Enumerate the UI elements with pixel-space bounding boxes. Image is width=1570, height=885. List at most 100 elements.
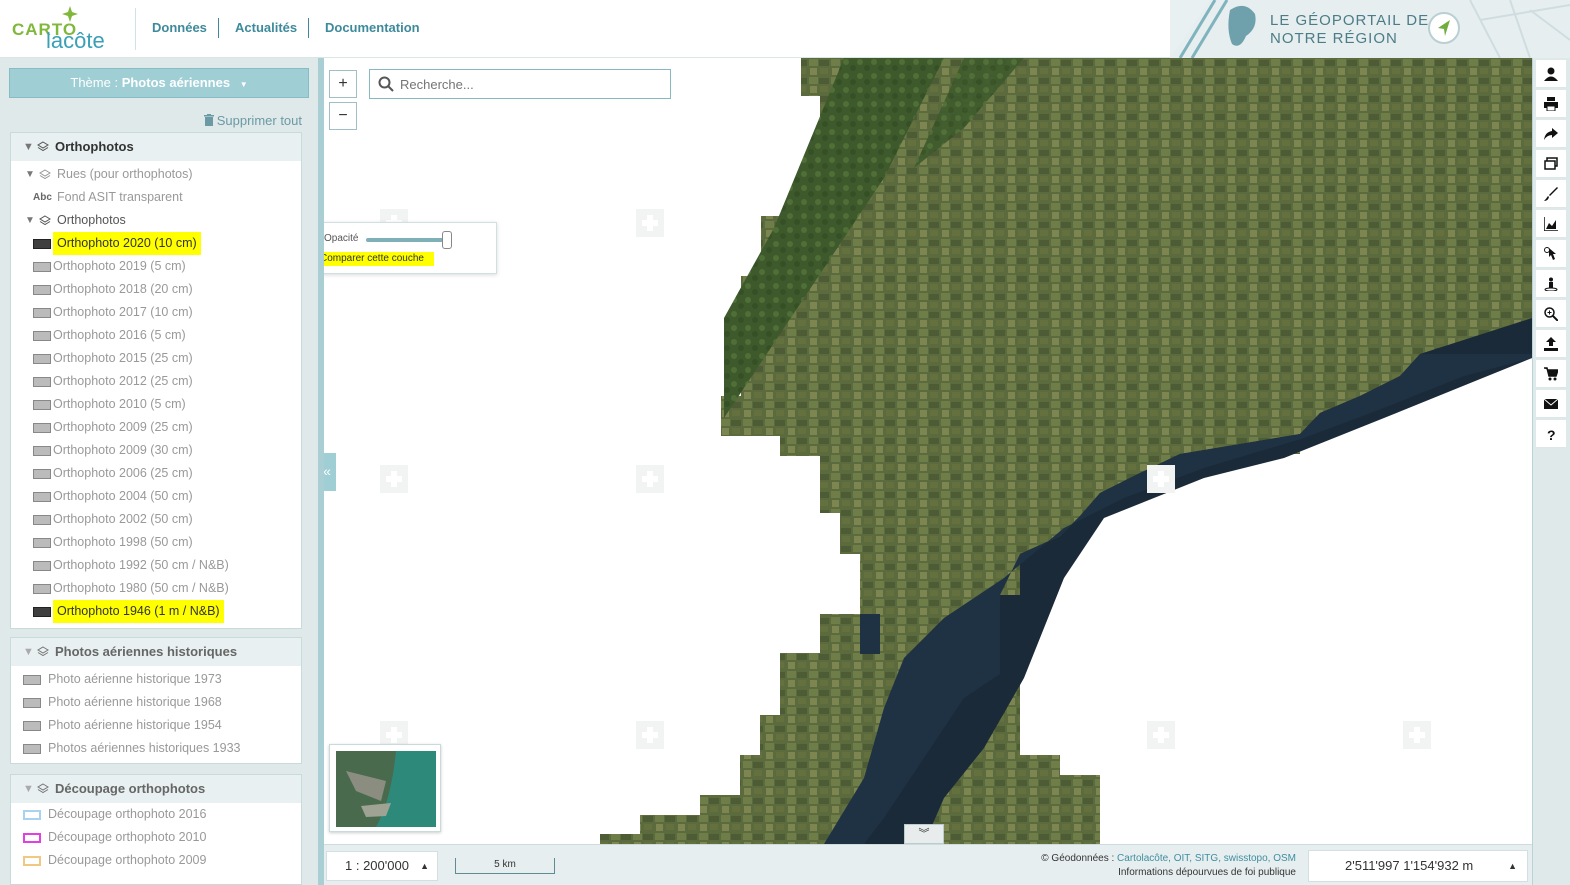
orthophoto-layer-row[interactable]: Orthophoto 2012 (25 cm) — [11, 370, 301, 393]
zoom-out-button[interactable]: − — [329, 102, 357, 130]
print-button[interactable] — [1536, 90, 1566, 118]
layer-label: Orthophoto 2020 (10 cm) — [53, 232, 201, 255]
orthophoto-layer-row[interactable]: Orthophoto 2010 (5 cm) — [11, 393, 301, 416]
layer-label: Orthophoto 2015 (25 cm) — [53, 351, 193, 365]
theme-selector[interactable]: Thème : Photos aériennes ▼ — [9, 68, 309, 98]
chevron-down-icon[interactable]: ▼ — [23, 133, 34, 161]
select-button[interactable] — [1536, 240, 1566, 268]
search-icon — [378, 76, 394, 92]
share-button[interactable] — [1536, 120, 1566, 148]
compare-layer-button[interactable]: ◂▸ Comparer cette couche — [324, 252, 434, 266]
mail-button[interactable] — [1536, 390, 1566, 418]
overview-map[interactable] — [329, 744, 441, 832]
historic-layer-row[interactable]: Photo aérienne historique 1973 — [11, 668, 301, 691]
attribution-prefix: © Géodonnées : — [1041, 853, 1118, 864]
layer-label: Orthophoto 2004 (50 cm) — [53, 489, 193, 503]
orthophoto-layer-row[interactable]: Orthophoto 2002 (50 cm) — [11, 508, 301, 531]
cutting-layer-row[interactable]: Découpage orthophoto 2016 — [11, 803, 301, 826]
collapse-sidebar-button[interactable]: « — [324, 453, 336, 491]
panel-orthophotos: ▼ Orthophotos ▼ Rues (pour orthophotos) … — [10, 132, 302, 629]
logo-text-lacote: lacôte — [46, 28, 105, 53]
orthophoto-layer-row[interactable]: Orthophoto 2019 (5 cm) — [11, 255, 301, 278]
user-button[interactable] — [1536, 60, 1566, 88]
raster-thumbnail-icon — [33, 239, 51, 249]
nav-donnees[interactable]: Données — [152, 20, 207, 35]
search-input[interactable] — [400, 74, 660, 94]
historic-layer-row[interactable]: Photos aériennes historiques 1933 — [11, 737, 301, 760]
orthophoto-layer-row[interactable]: Orthophoto 2018 (20 cm) — [11, 278, 301, 301]
opacity-slider-track[interactable] — [366, 238, 450, 242]
profile-button[interactable] — [1536, 210, 1566, 238]
logo[interactable]: CARTO lacôte — [10, 6, 130, 53]
streetview-button[interactable] — [1536, 270, 1566, 298]
panel-header[interactable]: ▼ Orthophotos — [11, 133, 301, 161]
orthophoto-layer-row[interactable]: Orthophoto 2009 (30 cm) — [11, 439, 301, 462]
trash-icon — [203, 114, 214, 126]
orthophoto-layer-row[interactable]: Orthophoto 2006 (25 cm) — [11, 462, 301, 485]
opacity-slider-handle[interactable] — [442, 231, 452, 249]
raster-thumbnail-icon — [33, 423, 51, 433]
orthophoto-layer-row[interactable]: Orthophoto 2017 (10 cm) — [11, 301, 301, 324]
historic-layer-row[interactable]: Photo aérienne historique 1954 — [11, 714, 301, 737]
cutting-layer-row[interactable]: Découpage orthophoto 2009 — [11, 849, 301, 872]
layer-label: Orthophoto 2016 (5 cm) — [53, 328, 186, 342]
group-orthophotos[interactable]: ▼ Orthophotos — [11, 209, 301, 232]
expand-footer-button[interactable]: ︾ — [904, 824, 944, 844]
nav-actualites[interactable]: Actualités — [235, 20, 297, 35]
help-button[interactable]: ? — [1536, 420, 1566, 448]
upload-button[interactable] — [1536, 330, 1566, 358]
chevron-down-icon[interactable]: ▼ — [23, 638, 34, 666]
tile-placeholder-icon — [636, 465, 664, 493]
chevron-down-icon[interactable]: ▼ — [25, 163, 35, 186]
layer-label: Orthophoto 2006 (25 cm) — [53, 466, 193, 480]
zoom-in-button[interactable]: + — [329, 70, 357, 98]
draw-icon — [1544, 187, 1558, 201]
raster-thumbnail-icon — [23, 744, 41, 754]
panel-header[interactable]: ▼ Découpage orthophotos — [11, 775, 301, 803]
delete-all-button[interactable]: Supprimer tout — [203, 113, 302, 128]
orthophoto-layer-row[interactable]: Orthophoto 1946 (1 m / N&B) — [11, 600, 301, 623]
orthophoto-layer-row[interactable]: Orthophoto 1998 (50 cm) — [11, 531, 301, 554]
layer-label: Orthophoto 1980 (50 cm / N&B) — [53, 581, 229, 595]
historic-layer-row[interactable]: Photo aérienne historique 1968 — [11, 691, 301, 714]
orthophoto-layer-row[interactable]: Orthophoto 2004 (50 cm) — [11, 485, 301, 508]
header: CARTO lacôte Données Actualités Document… — [0, 0, 1570, 58]
coordinates-display[interactable]: 2'511'997 1'154'932 m ▲ — [1308, 850, 1528, 882]
select-icon — [1544, 247, 1556, 260]
help-icon: ? — [1547, 427, 1556, 441]
layer-label: Découpage orthophoto 2016 — [48, 807, 207, 821]
layer-label: Photos aériennes historiques 1933 — [48, 741, 241, 755]
orthophoto-layer-row[interactable]: Orthophoto 2015 (25 cm) — [11, 347, 301, 370]
orthophoto-layer-row[interactable]: Orthophoto 2016 (5 cm) — [11, 324, 301, 347]
scale-value: 1 : 200'000 — [345, 858, 409, 873]
map-canvas[interactable]: + − Opacité ◂▸ Comparer cette couche « — [324, 58, 1532, 844]
zoom-search-button[interactable] — [1536, 300, 1566, 328]
compass-icon[interactable] — [1428, 12, 1460, 44]
orthophoto-layer-row[interactable]: Orthophoto 1992 (50 cm / N&B) — [11, 554, 301, 577]
cutting-layer-row[interactable]: Découpage orthophoto 2010 — [11, 826, 301, 849]
chevron-down-icon[interactable]: ▼ — [23, 775, 34, 803]
raster-thumbnail-icon — [23, 698, 41, 708]
raster-thumbnail-icon — [23, 675, 41, 685]
group-rues[interactable]: ▼ Rues (pour orthophotos) — [11, 163, 301, 186]
attribution: © Géodonnées : Cartolacôte, OIT, SITG, s… — [1041, 852, 1296, 880]
layer-label: Orthophoto 2002 (50 cm) — [53, 512, 193, 526]
raster-thumbnail-icon — [33, 492, 51, 502]
search-box[interactable] — [369, 69, 671, 99]
attribution-links[interactable]: Cartolacôte, OIT, SITG, swisstopo, OSM — [1117, 853, 1296, 864]
chevron-down-icon[interactable]: ▼ — [25, 209, 35, 232]
nav-documentation[interactable]: Documentation — [325, 20, 420, 35]
panel-header[interactable]: ▼ Photos aériennes historiques — [11, 638, 301, 666]
orthophoto-layer-row[interactable]: Orthophoto 2020 (10 cm) — [11, 232, 301, 255]
aerial-imagery — [600, 58, 1532, 844]
layer-label: Orthophoto 2018 (20 cm) — [53, 282, 193, 296]
layer-fond-asit[interactable]: Abc Fond ASIT transparent — [11, 186, 301, 209]
orthophoto-layer-row[interactable]: Orthophoto 1980 (50 cm / N&B) — [11, 577, 301, 600]
panel-title: Découpage orthophotos — [55, 781, 206, 796]
draw-button[interactable] — [1536, 180, 1566, 208]
orthophoto-layer-row[interactable]: Orthophoto 2009 (25 cm) — [11, 416, 301, 439]
windows-button[interactable] — [1536, 150, 1566, 178]
cart-button[interactable] — [1536, 360, 1566, 388]
scale-selector[interactable]: 1 : 200'000 ▲ — [326, 851, 438, 881]
region-banner: LE GÉOPORTAIL DE NOTRE RÉGION — [1170, 0, 1570, 58]
